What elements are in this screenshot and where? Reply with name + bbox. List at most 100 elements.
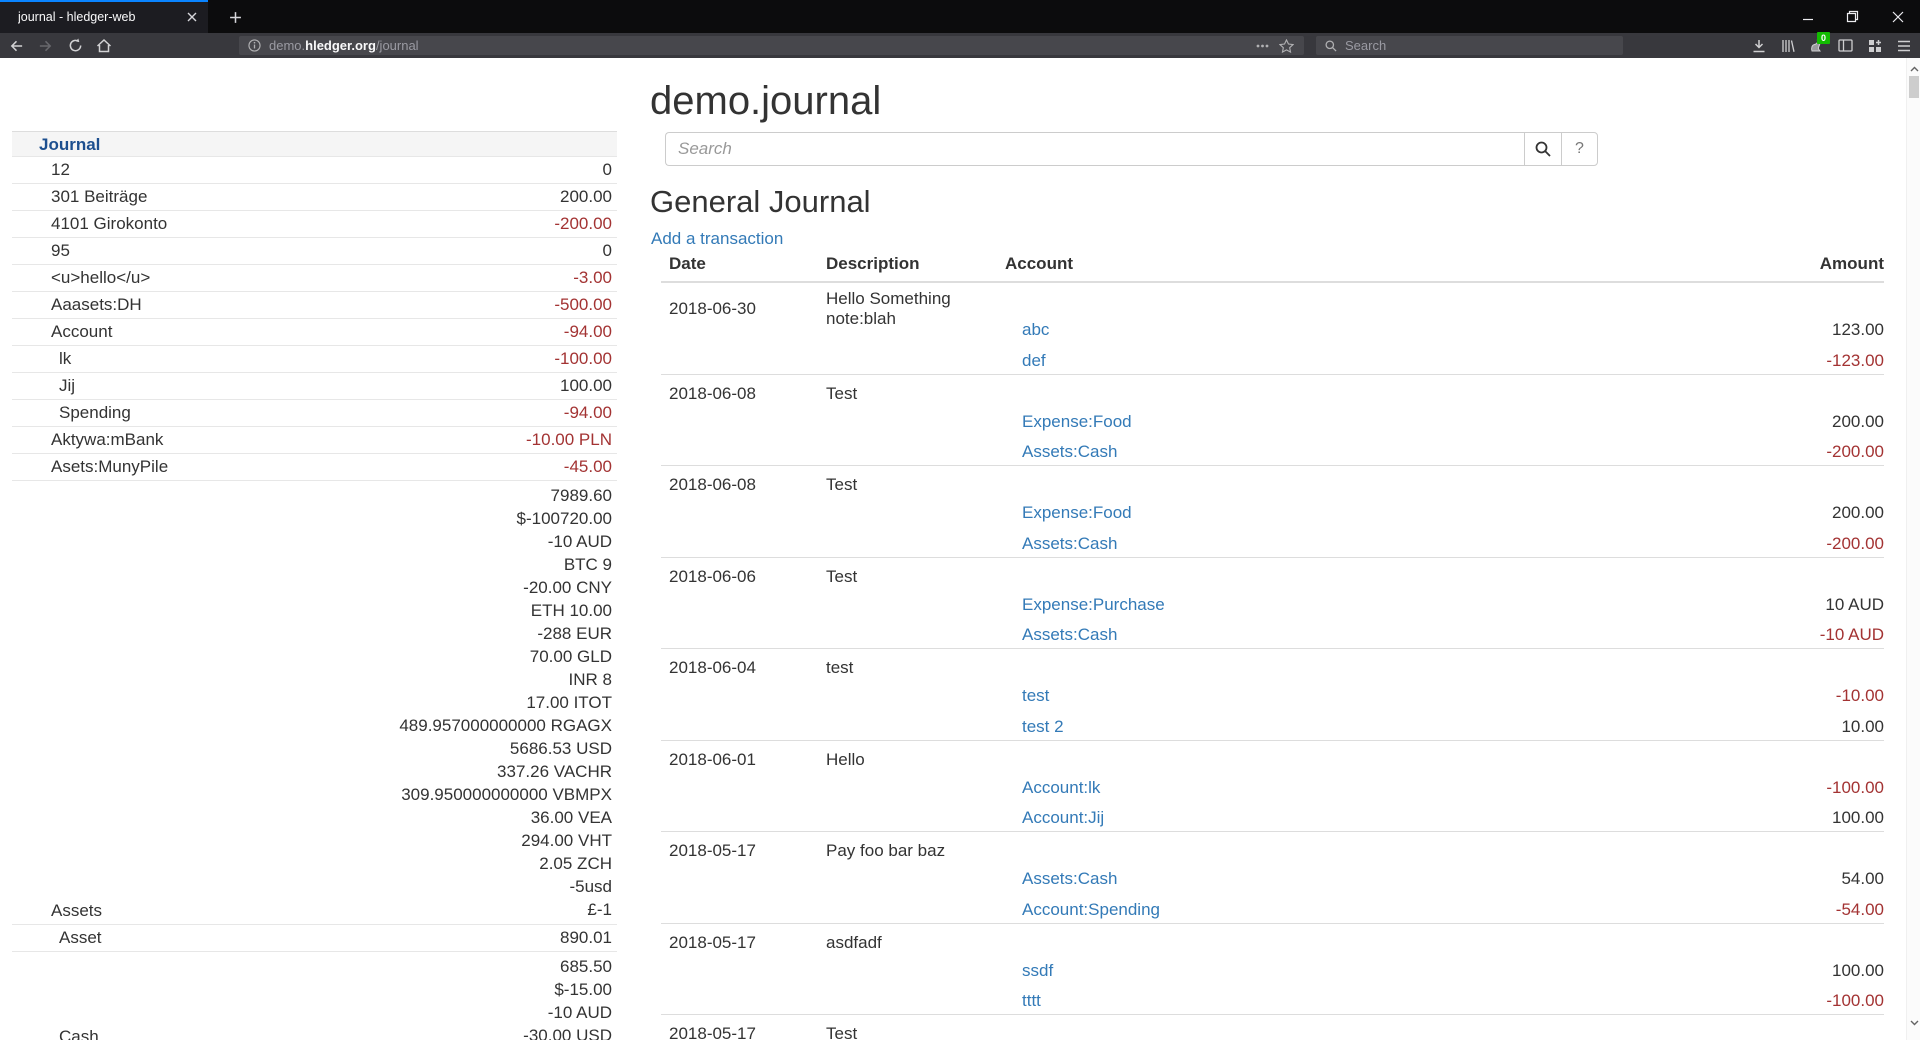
posting-account-link[interactable]: Assets:Cash [1022, 534, 1117, 554]
journal-link[interactable]: Journal [12, 135, 100, 154]
tab-close-icon[interactable] [183, 8, 200, 25]
restore-button[interactable] [1830, 0, 1875, 33]
transaction-row[interactable]: 2018-06-01 Hello Account:lk -100.00 Acco… [661, 741, 1884, 833]
sidebar-account-row: <u>hello</u> -3.00 [12, 265, 617, 292]
journal-search-button[interactable] [1524, 132, 1561, 166]
page-actions-icon[interactable] [1256, 44, 1269, 48]
transaction-row[interactable]: 2018-05-17 asdfadf ssdf 100.00 tttt -100… [661, 924, 1884, 1016]
journal-search-input[interactable] [665, 132, 1524, 166]
sidebar-account-link[interactable]: Aktywa:mBank [12, 430, 163, 453]
extension-swan-icon[interactable]: 0 [1802, 33, 1831, 58]
account-balance: -288 EUR [399, 622, 612, 645]
downloads-icon[interactable] [1744, 33, 1773, 58]
sidebar-account-row: Asset 890.01 [12, 925, 617, 952]
sidebar-account-balances: -94.00 [564, 319, 617, 345]
posting-row: Account:Spending -54.00 [661, 895, 1884, 924]
sidebar-account-link[interactable]: 301 Beiträge [12, 187, 147, 210]
posting-account-link[interactable]: tttt [1022, 991, 1041, 1011]
posting-account-link[interactable]: Assets:Cash [1022, 869, 1117, 889]
forward-icon[interactable] [32, 33, 58, 58]
sidebar-account-link[interactable]: Jij [12, 376, 75, 399]
transaction-row[interactable]: 2018-06-06 Test Expense:Purchase 10 AUD … [661, 558, 1884, 650]
posting-account-link[interactable]: ssdf [1022, 961, 1053, 981]
posting-account-link[interactable]: abc [1022, 320, 1049, 340]
transaction-row[interactable]: 2018-06-08 Test Expense:Food 200.00 Asse… [661, 466, 1884, 558]
sidebar-account-link[interactable]: 95 [12, 241, 70, 264]
account-balance: 309.950000000000 VBMPX [399, 783, 612, 806]
posting-account-link[interactable]: Assets:Cash [1022, 442, 1117, 462]
posting-amount: -10.00 [1836, 686, 1884, 706]
column-account: Account [1005, 254, 1073, 274]
posting-account-link[interactable]: def [1022, 351, 1046, 371]
posting-account-link[interactable]: test [1022, 686, 1049, 706]
sidebar-account-link[interactable]: 12 [12, 160, 70, 183]
sidebar-account-row: Aaasets:DH -500.00 [12, 292, 617, 319]
scroll-up-icon[interactable] [1907, 62, 1920, 76]
transaction-date: 2018-05-17 [661, 841, 826, 861]
sidebar-account-link[interactable]: Cash [12, 1027, 99, 1040]
sidebar-journal-row: Journal [12, 131, 617, 157]
posting-amount: -123.00 [1826, 351, 1884, 371]
browser-search-box[interactable]: Search [1316, 36, 1623, 55]
sidebar-account-link[interactable]: Asets:MunyPile [12, 457, 168, 480]
transaction-row[interactable]: 2018-06-30 Hello Something note:blah abc… [661, 283, 1884, 375]
bookmark-star-icon[interactable] [1279, 39, 1294, 53]
back-icon[interactable] [3, 33, 29, 58]
home-icon[interactable] [91, 33, 117, 58]
url-subdomain: demo. [269, 38, 305, 53]
sidebars-icon[interactable] [1831, 33, 1860, 58]
column-amount: Amount [1820, 254, 1884, 274]
account-balance: 294.00 VHT [399, 829, 612, 852]
posting-account-link[interactable]: Account:Spending [1022, 900, 1160, 920]
account-balance: 70.00 GLD [399, 645, 612, 668]
posting-row: Account:Jij 100.00 [661, 803, 1884, 832]
grid-plus-icon[interactable] [1860, 33, 1889, 58]
transaction-date: 2018-06-06 [661, 567, 826, 587]
menu-hamburger-icon[interactable] [1889, 33, 1918, 58]
browser-tab[interactable]: journal - hledger-web [0, 0, 208, 33]
reload-icon[interactable] [62, 33, 88, 58]
sidebar-account-balances: -500.00 [554, 292, 617, 318]
transaction-date: 2018-06-08 [661, 384, 826, 404]
sidebar-account-link[interactable]: Spending [12, 403, 131, 426]
transaction-row[interactable]: 2018-06-08 Test Expense:Food 200.00 Asse… [661, 375, 1884, 467]
account-balance: -94.00 [564, 322, 612, 342]
scroll-down-icon[interactable] [1907, 1016, 1920, 1030]
transaction-row[interactable]: 2018-05-17 Pay foo bar baz Assets:Cash 5… [661, 832, 1884, 924]
site-info-icon[interactable] [248, 39, 261, 52]
transaction-row[interactable]: 2018-05-17 Test [661, 1015, 1884, 1040]
posting-account-link[interactable]: Assets:Cash [1022, 625, 1117, 645]
sidebar-account-link[interactable]: Account [12, 322, 112, 345]
sidebar-account-balances: -200.00 [554, 211, 617, 237]
sidebar-account-balances: -3.00 [573, 265, 617, 291]
add-transaction-link[interactable]: Add a transaction [651, 229, 783, 249]
sidebar-account-link[interactable]: 4101 Girokonto [12, 214, 167, 237]
library-icon[interactable] [1773, 33, 1802, 58]
sidebar-account-link[interactable]: Aaasets:DH [12, 295, 142, 318]
url-bar[interactable]: demo.hledger.org/journal [239, 36, 1304, 55]
posting-account-link[interactable]: Expense:Food [1022, 503, 1132, 523]
page-scrollbar[interactable] [1906, 58, 1920, 1040]
account-balance: 100.00 [560, 376, 612, 396]
posting-account-link[interactable]: Account:lk [1022, 778, 1100, 798]
close-window-button[interactable] [1875, 0, 1920, 33]
posting-amount: 123.00 [1832, 320, 1884, 340]
account-balance: -20.00 CNY [399, 576, 612, 599]
sidebar-account-link[interactable]: lk [12, 349, 71, 372]
sidebar-account-link[interactable]: Assets [12, 901, 102, 924]
transaction-row[interactable]: 2018-06-04 test test -10.00 test 2 10.00 [661, 649, 1884, 741]
scrollbar-thumb[interactable] [1909, 76, 1919, 98]
new-tab-button[interactable] [222, 4, 248, 30]
account-balance: -10 AUD [399, 530, 612, 553]
sidebar-account-link[interactable]: <u>hello</u> [12, 268, 150, 291]
posting-amount: -100.00 [1826, 991, 1884, 1011]
search-help-button[interactable]: ? [1561, 132, 1598, 166]
minimize-button[interactable] [1785, 0, 1830, 33]
posting-account-link[interactable]: Expense:Food [1022, 412, 1132, 432]
sidebar-account-link[interactable]: Asset [12, 928, 102, 951]
posting-account-link[interactable]: Expense:Purchase [1022, 595, 1165, 615]
posting-account-link[interactable]: Account:Jij [1022, 808, 1104, 828]
transaction-date: 2018-06-30 [661, 299, 826, 319]
posting-account-link[interactable]: test 2 [1022, 717, 1064, 737]
navigation-toolbar: demo.hledger.org/journal Search [0, 33, 1920, 58]
